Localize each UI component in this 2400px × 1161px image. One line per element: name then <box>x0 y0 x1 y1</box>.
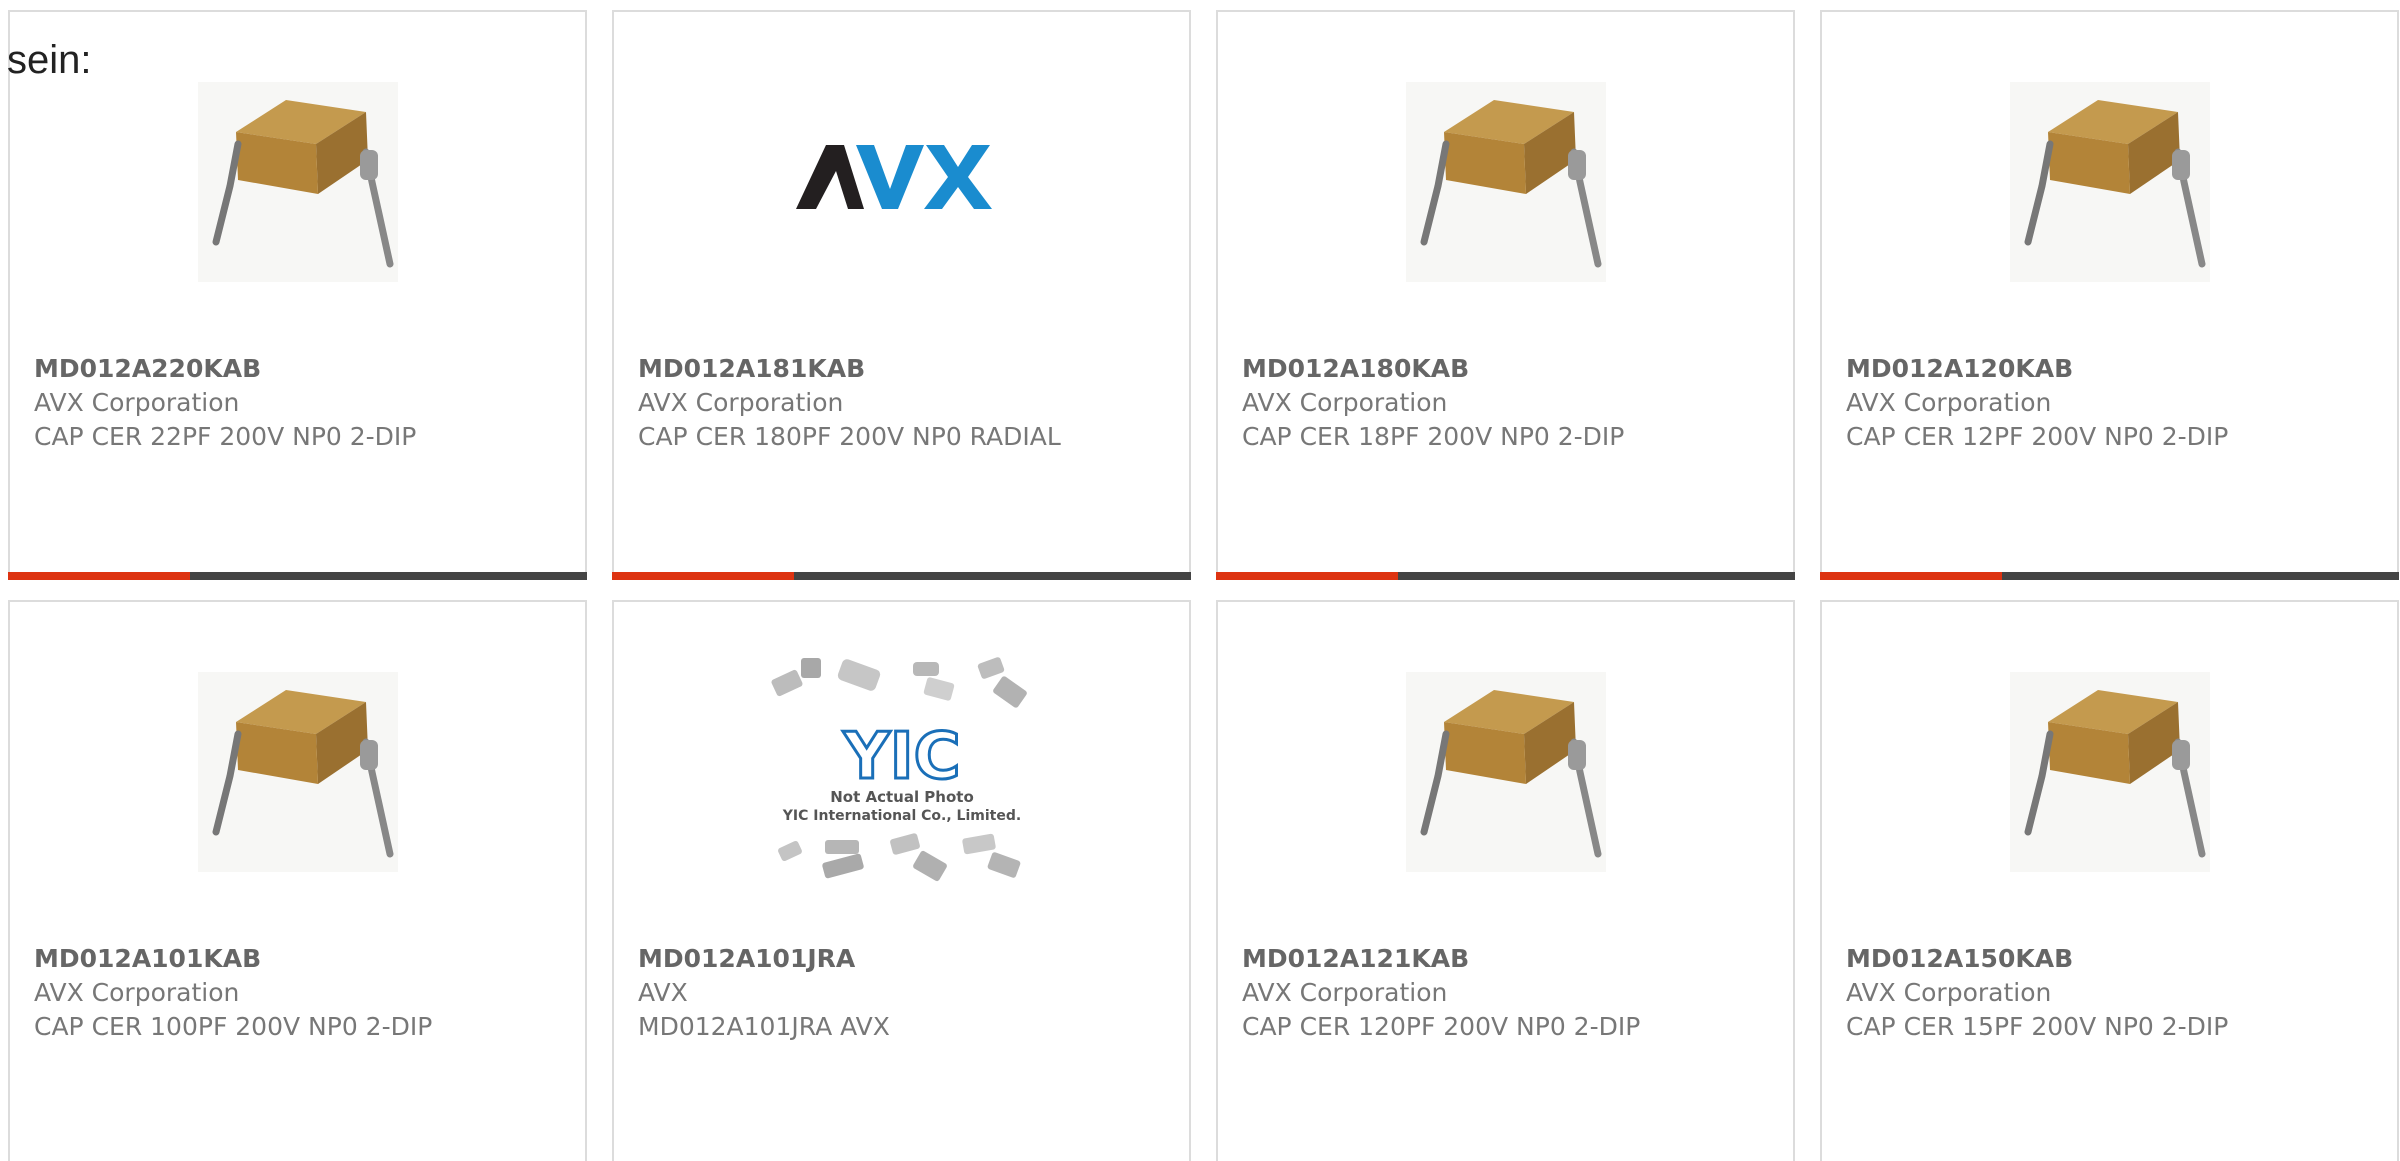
manufacturer: AVX Corporation <box>1242 388 1448 417</box>
avx-logo-icon <box>795 145 992 209</box>
product-image <box>1218 662 1793 882</box>
product-image <box>1218 72 1793 292</box>
product-grid: MD012A220KAB AVX Corporation CAP CER 22P… <box>8 10 2399 1161</box>
manufacturer: AVX Corporation <box>1846 978 2052 1007</box>
description: CAP CER 22PF 200V NP0 2-DIP <box>34 422 417 451</box>
capacitor-photo-icon <box>2009 82 2210 282</box>
product-image <box>1822 662 2397 882</box>
card-bottom-bar <box>1820 572 2399 580</box>
part-number[interactable]: MD012A220KAB <box>34 352 565 386</box>
card-bar-accent <box>612 572 794 580</box>
product-card[interactable]: MD012A121KAB AVX Corporation CAP CER 120… <box>1216 600 1795 1161</box>
svg-text:YIC International Co., Limited: YIC International Co., Limited. <box>781 808 1020 824</box>
description: CAP CER 100PF 200V NP0 2-DIP <box>34 1012 433 1041</box>
capacitor-photo-icon <box>2009 672 2210 872</box>
description: CAP CER 15PF 200V NP0 2-DIP <box>1846 1012 2229 1041</box>
capacitor-photo-icon <box>1405 82 1606 282</box>
capacitor-photo-icon <box>197 82 398 282</box>
description: MD012A101JRA AVX <box>638 1012 890 1041</box>
product-info: MD012A120KAB AVX Corporation CAP CER 12P… <box>1846 352 2377 454</box>
part-number[interactable]: MD012A121KAB <box>1242 942 1773 976</box>
product-image <box>1822 72 2397 292</box>
product-card[interactable]: MD012A150KAB AVX Corporation CAP CER 15P… <box>1820 600 2399 1161</box>
part-number[interactable]: MD012A181KAB <box>638 352 1169 386</box>
manufacturer: AVX Corporation <box>1242 978 1448 1007</box>
description: CAP CER 180PF 200V NP0 RADIAL <box>638 422 1061 451</box>
product-info: MD012A180KAB AVX Corporation CAP CER 18P… <box>1242 352 1773 454</box>
intro-text: sein: <box>7 38 92 82</box>
product-card[interactable]: YIC Not Actual Photo YIC International C… <box>612 600 1191 1161</box>
manufacturer: AVX Corporation <box>1846 388 2052 417</box>
product-image <box>10 72 585 292</box>
product-image: YIC Not Actual Photo YIC International C… <box>614 657 1189 882</box>
product-info: MD012A220KAB AVX Corporation CAP CER 22P… <box>34 352 565 454</box>
part-number[interactable]: MD012A150KAB <box>1846 942 2377 976</box>
product-image <box>10 662 585 882</box>
description: CAP CER 120PF 200V NP0 2-DIP <box>1242 1012 1641 1041</box>
capacitor-photo-icon <box>197 672 398 872</box>
card-bar-accent <box>8 572 190 580</box>
svg-text:Not Actual Photo: Not Actual Photo <box>830 788 974 806</box>
page: sein: MD012A220KAB AVX Corporation CAP C… <box>0 0 2400 1161</box>
product-info: MD012A150KAB AVX Corporation CAP CER 15P… <box>1846 942 2377 1044</box>
part-number[interactable]: MD012A120KAB <box>1846 352 2377 386</box>
product-info: MD012A181KAB AVX Corporation CAP CER 180… <box>638 352 1169 454</box>
product-info: MD012A101KAB AVX Corporation CAP CER 100… <box>34 942 565 1044</box>
product-card[interactable]: MD012A181KAB AVX Corporation CAP CER 180… <box>612 10 1191 580</box>
product-card[interactable]: MD012A180KAB AVX Corporation CAP CER 18P… <box>1216 10 1795 580</box>
description: CAP CER 18PF 200V NP0 2-DIP <box>1242 422 1625 451</box>
manufacturer: AVX Corporation <box>34 388 240 417</box>
card-bar-accent <box>1820 572 2002 580</box>
card-bottom-bar <box>612 572 1191 580</box>
manufacturer: AVX Corporation <box>34 978 240 1007</box>
yic-placeholder-icon: YIC Not Actual Photo YIC International C… <box>770 657 1027 882</box>
card-bottom-bar <box>1216 572 1795 580</box>
card-bar-accent <box>1216 572 1398 580</box>
product-card[interactable]: MD012A120KAB AVX Corporation CAP CER 12P… <box>1820 10 2399 580</box>
part-number[interactable]: MD012A101JRA <box>638 942 1169 976</box>
manufacturer: AVX Corporation <box>638 388 844 417</box>
capacitor-photo-icon <box>1405 672 1606 872</box>
part-number[interactable]: MD012A101KAB <box>34 942 565 976</box>
product-image <box>614 72 1189 292</box>
part-number[interactable]: MD012A180KAB <box>1242 352 1773 386</box>
product-card[interactable]: MD012A101KAB AVX Corporation CAP CER 100… <box>8 600 587 1161</box>
product-info: MD012A101JRA AVX MD012A101JRA AVX <box>638 942 1169 1044</box>
product-info: MD012A121KAB AVX Corporation CAP CER 120… <box>1242 942 1773 1044</box>
card-bottom-bar <box>8 572 587 580</box>
manufacturer: AVX <box>638 978 688 1007</box>
product-card[interactable]: MD012A220KAB AVX Corporation CAP CER 22P… <box>8 10 587 580</box>
description: CAP CER 12PF 200V NP0 2-DIP <box>1846 422 2229 451</box>
svg-text:YIC: YIC <box>842 720 960 794</box>
